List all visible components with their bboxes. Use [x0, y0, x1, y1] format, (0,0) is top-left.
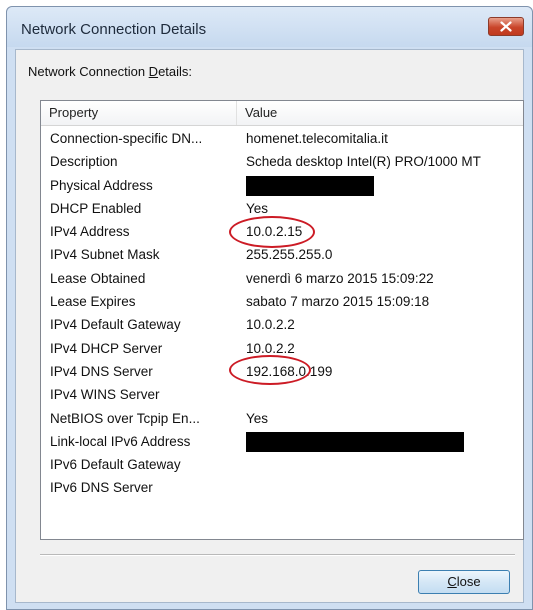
redacted-value-block — [246, 175, 374, 196]
value-cell: 255.255.255.0 — [246, 247, 333, 263]
value-cell: homenet.telecomitalia.it — [246, 131, 388, 146]
column-header-property[interactable]: Property — [41, 101, 237, 125]
value-cell: Scheda desktop Intel(R) PRO/1000 MT — [246, 154, 481, 170]
property-cell: IPv6 Default Gateway — [50, 457, 181, 473]
window-close-button[interactable] — [488, 17, 524, 36]
table-row[interactable]: NetBIOS over Tcpip En... Yes — [41, 408, 523, 431]
list-rows: Connection-specific DN... homenet.telecom… — [41, 128, 523, 501]
table-row[interactable]: Physical Address — [41, 175, 523, 198]
value-cell: venerdì 6 marzo 2015 15:09:22 — [246, 270, 434, 286]
title-bar[interactable]: Network Connection Details — [7, 7, 532, 47]
property-cell: IPv4 DNS Server — [50, 363, 153, 379]
property-cell: Lease Obtained — [50, 270, 146, 286]
property-cell: IPv4 Default Gateway — [50, 317, 181, 333]
x-close-icon — [500, 21, 512, 32]
value-cell: Yes — [246, 410, 269, 426]
table-row[interactable]: IPv4 Default Gateway 10.0.2.2 — [41, 314, 523, 337]
value-cell: 10.0.2.2 — [246, 340, 295, 356]
annotation-ellipse-ipv4-address — [229, 216, 315, 248]
property-cell: IPv4 Subnet Mask — [50, 247, 160, 263]
table-row[interactable]: Link-local IPv6 Address — [41, 431, 523, 454]
property-cell: DHCP Enabled — [50, 200, 142, 216]
table-row[interactable]: Connection-specific DN... homenet.telecom… — [41, 128, 523, 151]
property-cell: IPv6 DNS Server — [50, 480, 153, 496]
property-cell: IPv4 DHCP Server — [50, 340, 163, 356]
table-row[interactable]: Lease Obtained venerdì 6 marzo 2015 15:09… — [41, 268, 523, 291]
table-row[interactable]: Lease Expires sabato 7 marzo 2015 15:09:1… — [41, 291, 523, 314]
window-title: Network Connection Details — [21, 21, 207, 38]
close-button[interactable]: Close — [418, 570, 510, 594]
property-cell: IPv4 Address — [50, 224, 130, 240]
property-cell: IPv4 WINS Server — [50, 387, 160, 403]
property-cell: Lease Expires — [50, 294, 136, 310]
table-row[interactable]: IPv4 Subnet Mask 255.255.255.0 — [41, 244, 523, 267]
property-cell: Connection-specific DN... — [50, 131, 203, 146]
value-cell: 10.0.2.2 — [246, 317, 295, 333]
details-group-label: Network Connection Details: — [28, 64, 193, 79]
property-cell: Link-local IPv6 Address — [50, 433, 191, 449]
table-row[interactable]: IPv4 WINS Server — [41, 384, 523, 407]
table-row[interactable]: IPv6 DNS Server — [41, 477, 523, 500]
annotation-ellipse-default-gateway — [229, 355, 311, 385]
column-header-value[interactable]: Value — [237, 101, 523, 125]
property-cell: NetBIOS over Tcpip En... — [50, 410, 200, 426]
dialog-body: Network Connection Details: Property Val… — [15, 49, 524, 603]
list-header: Property Value — [41, 101, 523, 126]
value-cell: sabato 7 marzo 2015 15:09:18 — [246, 294, 430, 310]
table-row[interactable]: Description Scheda desktop Intel(R) PRO/1… — [41, 151, 523, 174]
footer-divider — [40, 554, 515, 556]
value-cell: Yes — [246, 200, 269, 216]
dialog-window: Network Connection Details Network Conne… — [6, 6, 533, 610]
details-list-view[interactable]: Property Value Connection-specific DN...… — [40, 100, 524, 540]
property-cell: Description — [50, 154, 118, 170]
redacted-value-block — [246, 431, 464, 452]
table-row[interactable]: IPv6 Default Gateway — [41, 454, 523, 477]
property-cell: Physical Address — [50, 177, 153, 193]
